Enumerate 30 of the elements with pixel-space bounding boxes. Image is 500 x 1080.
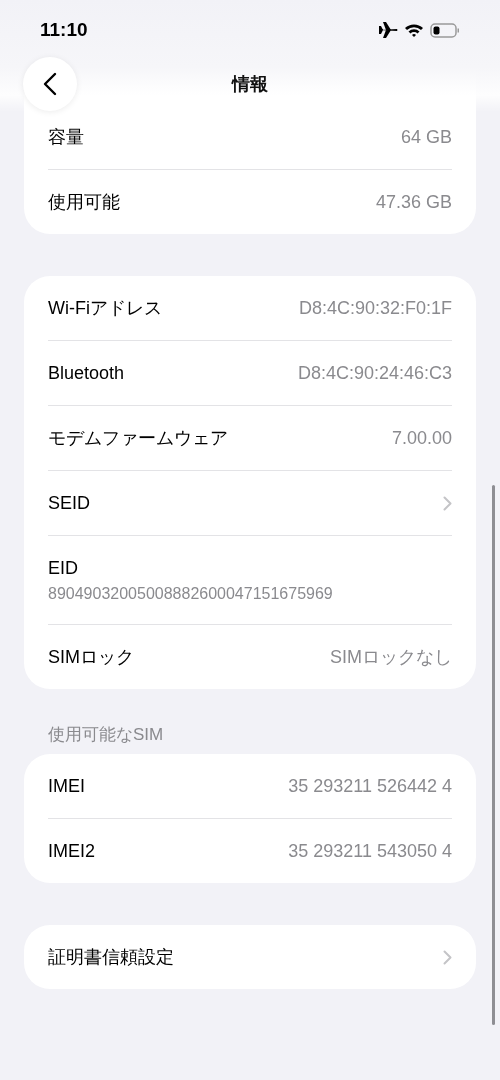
row-value: 35 293211 543050 4 [288,840,452,862]
row-label: 使用可能 [48,191,120,214]
settings-row[interactable]: SEID [48,470,452,535]
row-label: SIMロック [48,646,134,669]
row-label: EID [48,557,78,579]
row-label: IMEI2 [48,840,95,862]
row-label: Wi-Fiアドレス [48,297,162,320]
row-value: D8:4C:90:24:46:C3 [297,362,452,384]
row-label: Bluetooth [48,362,125,384]
row-value: 7.00.00 [391,427,452,449]
row-value: 89049032005008882600047151675969 [48,584,333,603]
settings-row[interactable]: 証明書信頼設定 [48,925,452,989]
row-label: IMEI [48,775,85,797]
back-button[interactable] [23,57,77,111]
battery-icon [430,22,460,38]
row-value: 47.36 GB [375,191,452,213]
row-value: SIMロックなし [330,646,452,669]
status-time: 11:10 [40,19,88,41]
row-value: 35 293211 526442 4 [288,775,452,797]
row-label: モデムファームウェア [48,427,228,450]
row-value: 64 GB [400,126,452,148]
page-title: 情報 [232,73,268,96]
back-chevron-icon [43,72,57,96]
chevron-right-icon [443,495,452,511]
row-label: SEID [48,492,90,514]
chevron-right-icon [443,949,452,965]
section-header: 使用可能なSIM [48,724,164,746]
row-value: D8:4C:90:32:F0:1F [298,297,452,319]
row-label: 証明書信頼設定 [48,946,174,969]
row-label: 容量 [48,126,84,149]
